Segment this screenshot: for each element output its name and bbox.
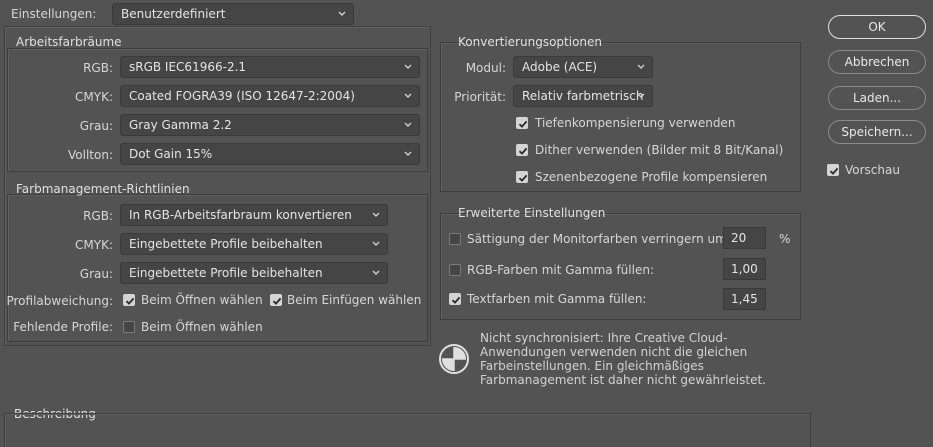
policy-rgb-dropdown[interactable]: In RGB-Arbeitsfarbraum konvertieren xyxy=(120,204,388,226)
preview-label: Vorschau xyxy=(845,163,900,177)
chevron-down-icon xyxy=(371,263,381,283)
dither-label: Dither verwenden (Bilder mit 8 Bit/Kanal… xyxy=(535,143,784,157)
mismatch-paste-label: Beim Einfügen wählen xyxy=(287,293,422,307)
mismatch-open-label: Beim Öffnen wählen xyxy=(141,293,263,307)
desaturate-input[interactable]: 20 xyxy=(723,227,766,249)
policy-gray-label: Grau: xyxy=(79,267,113,281)
ws-cmyk-dropdown[interactable]: Coated FOGRA39 (ISO 12647-2:2004) xyxy=(120,85,420,107)
checkmark-icon xyxy=(124,295,136,307)
ws-spot-dropdown[interactable]: Dot Gain 15% xyxy=(120,143,420,165)
black-point-checkbox[interactable] xyxy=(516,117,528,129)
chevron-down-icon xyxy=(636,86,646,106)
chevron-down-icon xyxy=(337,4,347,24)
ws-cmyk-label: CMYK: xyxy=(75,90,113,104)
ws-rgb-dropdown[interactable]: sRGB IEC61966-2.1 xyxy=(120,56,420,78)
chevron-down-icon xyxy=(403,144,413,164)
policy-gray-value: Eingebettete Profile beibehalten xyxy=(129,266,323,280)
blend-text-label: Textfarben mit Gamma füllen: xyxy=(467,292,647,306)
chevron-down-icon xyxy=(371,234,381,254)
preview-checkbox[interactable] xyxy=(827,164,839,176)
chevron-down-icon xyxy=(403,115,413,135)
checkmark-icon xyxy=(450,294,462,306)
checkmark-icon xyxy=(517,145,529,157)
cancel-button[interactable]: Abbrechen xyxy=(828,50,926,74)
mismatch-open-checkbox[interactable] xyxy=(123,294,135,306)
not-synced-icon xyxy=(439,344,469,374)
checkmark-icon xyxy=(517,172,529,184)
blend-text-checkbox[interactable] xyxy=(449,293,461,305)
save-button[interactable]: Speichern... xyxy=(828,120,926,144)
checkmark-icon xyxy=(517,118,529,130)
load-button[interactable]: Laden... xyxy=(828,86,926,110)
blend-rgb-label: RGB-Farben mit Gamma füllen: xyxy=(467,263,654,277)
scene-profiles-label: Szenenbezogene Profile kompensieren xyxy=(535,170,768,184)
intent-label: Priorität: xyxy=(454,90,506,104)
dither-checkbox[interactable] xyxy=(516,144,528,156)
intent-dropdown[interactable]: Relativ farbmetrisch xyxy=(513,85,653,107)
ws-gray-value: Gray Gamma 2.2 xyxy=(129,118,232,132)
chevron-down-icon xyxy=(403,86,413,106)
engine-value: Adobe (ACE) xyxy=(522,60,598,74)
chevron-down-icon xyxy=(636,57,646,77)
ok-button[interactable]: OK xyxy=(828,15,926,39)
missing-profiles-label: Fehlende Profile: xyxy=(13,320,113,334)
mismatch-paste-checkbox[interactable] xyxy=(270,294,282,306)
advanced-settings-title: Erweiterte Einstellungen xyxy=(458,206,606,220)
blend-rgb-checkbox[interactable] xyxy=(449,264,461,276)
percent-unit: % xyxy=(779,232,791,246)
desaturate-checkbox[interactable] xyxy=(449,233,461,245)
engine-label: Modul: xyxy=(465,61,506,75)
policy-cmyk-dropdown[interactable]: Eingebettete Profile beibehalten xyxy=(120,233,388,255)
settings-value: Benutzerdefiniert xyxy=(121,7,226,21)
ws-spot-value: Dot Gain 15% xyxy=(129,147,213,161)
ws-rgb-label: RGB: xyxy=(83,61,113,75)
policy-rgb-value: In RGB-Arbeitsfarbraum konvertieren xyxy=(129,208,352,222)
missing-open-checkbox[interactable] xyxy=(123,321,135,333)
desaturate-label: Sättigung der Monitorfarben verringern u… xyxy=(467,232,731,246)
sync-status-message: Nicht synchronisiert: Ihre Creative Clou… xyxy=(480,331,766,387)
missing-open-label: Beim Öffnen wählen xyxy=(141,320,263,334)
ws-spot-label: Vollton: xyxy=(68,148,113,162)
settings-label: Einstellungen: xyxy=(11,7,97,21)
policy-cmyk-label: CMYK: xyxy=(75,238,113,252)
policy-rgb-label: RGB: xyxy=(83,209,113,223)
profile-mismatch-label: Profilabweichung: xyxy=(6,294,113,308)
policy-cmyk-value: Eingebettete Profile beibehalten xyxy=(129,237,323,251)
ws-rgb-value: sRGB IEC61966-2.1 xyxy=(129,60,247,74)
blend-rgb-input[interactable]: 1,00 xyxy=(723,258,766,280)
working-spaces-title: Arbeitsfarbräume xyxy=(16,35,122,49)
chevron-down-icon xyxy=(371,205,381,225)
scene-profiles-checkbox[interactable] xyxy=(516,171,528,183)
engine-dropdown[interactable]: Adobe (ACE) xyxy=(513,56,653,78)
conversion-options-title: Konvertierungsoptionen xyxy=(458,35,603,49)
color-policies-title: Farbmanagement-Richtlinien xyxy=(16,182,190,196)
chevron-down-icon xyxy=(403,57,413,77)
description-panel xyxy=(4,413,811,447)
settings-dropdown[interactable]: Benutzerdefiniert xyxy=(112,3,354,25)
blend-text-input[interactable]: 1,45 xyxy=(723,288,766,310)
ws-gray-dropdown[interactable]: Gray Gamma 2.2 xyxy=(120,114,420,136)
ws-gray-label: Grau: xyxy=(79,119,113,133)
ws-cmyk-value: Coated FOGRA39 (ISO 12647-2:2004) xyxy=(129,89,355,103)
policy-gray-dropdown[interactable]: Eingebettete Profile beibehalten xyxy=(120,262,388,284)
black-point-label: Tiefenkompensierung verwenden xyxy=(535,116,736,130)
checkmark-icon xyxy=(271,295,283,307)
checkmark-icon xyxy=(828,165,840,177)
intent-value: Relativ farbmetrisch xyxy=(522,89,644,103)
